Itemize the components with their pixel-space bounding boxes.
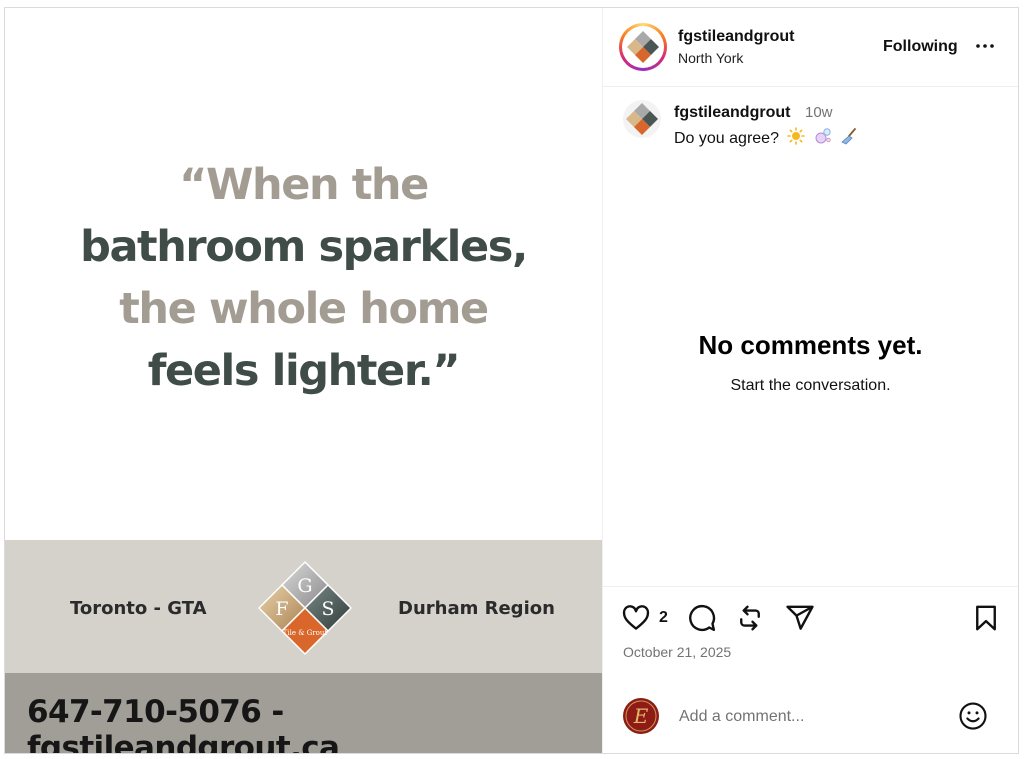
no-comments-title: No comments yet. bbox=[698, 330, 923, 360]
caption-body: Do you agree? bbox=[674, 130, 779, 147]
no-comments-subtitle: Start the conversation. bbox=[730, 377, 891, 394]
caption: fgstileandgrout 10w Do you agree? bbox=[603, 86, 1018, 156]
quote-line-3: the whole home bbox=[119, 284, 489, 334]
post-image[interactable]: “When the bathroom sparkles, the whole h… bbox=[5, 8, 602, 753]
sun-icon bbox=[787, 127, 806, 145]
share-icon[interactable] bbox=[785, 603, 815, 633]
region-band: Toronto - GTA G F S Tile & Grout Durham … bbox=[5, 540, 602, 673]
add-comment-row: E bbox=[603, 696, 1018, 753]
following-button[interactable]: Following bbox=[883, 38, 958, 56]
like-count[interactable]: 2 bbox=[659, 609, 668, 627]
caption-text: Do you agree? bbox=[674, 127, 858, 148]
repost-icon[interactable] bbox=[735, 603, 765, 633]
more-horizontal-icon[interactable] bbox=[973, 34, 997, 58]
viewer-monogram-icon: E bbox=[625, 700, 657, 732]
viewer-avatar: E bbox=[623, 698, 659, 734]
post-date[interactable]: October 21, 2025 bbox=[623, 644, 731, 660]
fgs-logo-icon bbox=[627, 31, 659, 63]
fgs-logo: G F S Tile & Grout bbox=[257, 560, 353, 656]
profile-avatar[interactable] bbox=[619, 23, 667, 71]
caption-username[interactable]: fgstileandgrout bbox=[674, 104, 790, 122]
caption-avatar[interactable] bbox=[623, 100, 661, 138]
svg-text:E: E bbox=[633, 704, 649, 728]
quote-line-1: “When the bbox=[179, 160, 429, 210]
quote-line-2: bathroom sparkles, bbox=[80, 222, 528, 272]
comment-input[interactable] bbox=[677, 702, 951, 732]
smiley-icon[interactable] bbox=[958, 701, 988, 731]
bookmark-icon[interactable] bbox=[971, 603, 1001, 633]
logo-letter-s: S bbox=[321, 598, 334, 620]
post-modal: “When the bathroom sparkles, the whole h… bbox=[4, 7, 1019, 754]
region-right: Durham Region bbox=[398, 598, 555, 619]
header-username[interactable]: fgstileandgrout bbox=[678, 28, 794, 46]
logo-letter-f: F bbox=[275, 598, 288, 620]
header-location[interactable]: North York bbox=[678, 50, 743, 66]
fgs-logo-icon bbox=[626, 103, 658, 135]
logo-subtext: Tile & Grout bbox=[283, 629, 328, 637]
heart-icon[interactable] bbox=[621, 603, 651, 633]
contact-band: 647-710-5076 - fgstileandgrout.ca bbox=[5, 673, 602, 753]
broom-icon bbox=[841, 128, 857, 145]
comment-icon[interactable] bbox=[687, 603, 717, 633]
post-header: fgstileandgrout North York Following bbox=[603, 8, 1018, 87]
bubbles-icon bbox=[815, 128, 831, 144]
contact-text: 647-710-5076 - fgstileandgrout.ca bbox=[27, 694, 340, 753]
action-bar: 2 October 21, 2025 bbox=[603, 586, 1018, 697]
quote-line-4: feels lighter.” bbox=[147, 346, 461, 396]
caption-time[interactable]: 10w bbox=[805, 104, 833, 121]
region-left: Toronto - GTA bbox=[70, 598, 207, 619]
logo-letter-g: G bbox=[297, 575, 312, 597]
post-sidebar: fgstileandgrout North York Following fgs… bbox=[602, 8, 1018, 753]
quote-text: “When the bathroom sparkles, the whole h… bbox=[5, 154, 602, 402]
